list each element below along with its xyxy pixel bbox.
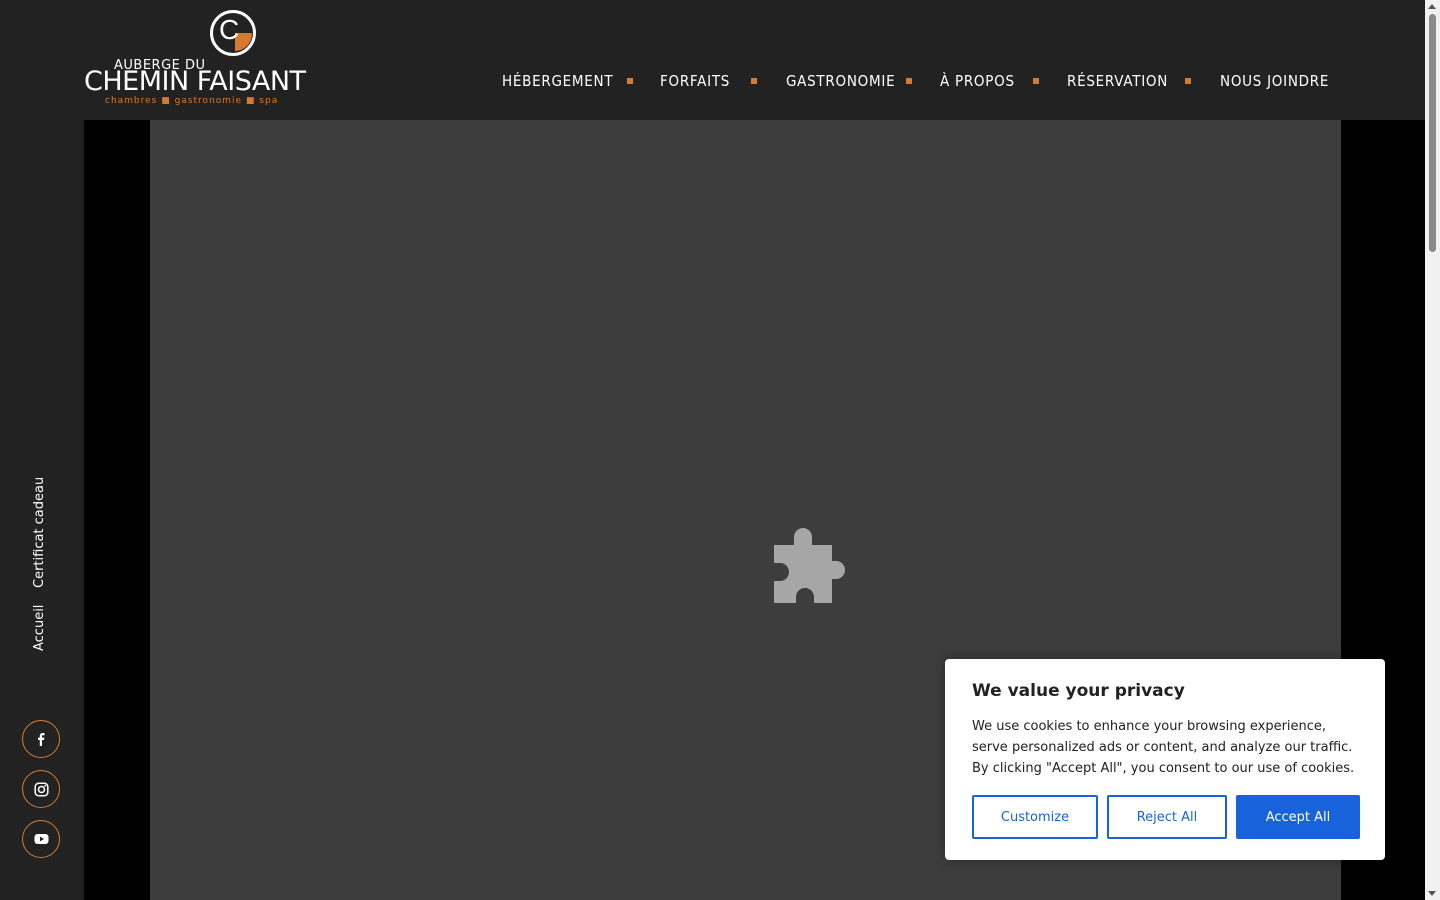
cookie-consent-banner: We value your privacy We use cookies to … — [945, 659, 1385, 860]
logo-line-2: CHEMIN FAISANT — [84, 66, 306, 97]
youtube-icon — [34, 834, 48, 844]
nav-separator — [1033, 78, 1039, 84]
cookie-title: We value your privacy — [972, 681, 1185, 701]
sidebar-link-certificat-cadeau[interactable]: Certificat cadeau — [32, 477, 47, 588]
cookie-body: We use cookies to enhance your browsing … — [972, 719, 1355, 776]
nav-separator — [906, 78, 912, 84]
cookie-buttons: Customize Reject All Accept All — [972, 795, 1360, 839]
nav-separator — [751, 78, 757, 84]
nav-item-nous-joindre[interactable]: NOUS JOINDRE — [1220, 72, 1328, 90]
scroll-down-arrow-icon[interactable] — [1428, 891, 1436, 896]
site-logo[interactable]: C AUBERGE DU CHEMIN FAISANT chambres ■ g… — [84, 8, 306, 108]
reject-all-button[interactable]: Reject All — [1107, 795, 1227, 839]
sidebar-link-accueil[interactable]: Accueil — [32, 605, 47, 651]
nav-separator — [627, 78, 633, 84]
scroll-up-arrow-icon[interactable] — [1428, 4, 1436, 9]
customize-button[interactable]: Customize — [972, 795, 1098, 839]
instagram-button[interactable] — [22, 770, 60, 808]
sidebar-vertical-links: Certificat cadeau Accueil — [30, 477, 50, 660]
main-nav: HÉBERGEMENT FORFAITS GASTRONOMIE À PROPO… — [502, 70, 1328, 92]
nav-item-gastronomie[interactable]: GASTRONOMIE — [786, 72, 895, 90]
nav-item-a-propos[interactable]: À PROPOS — [940, 72, 1014, 90]
facebook-button[interactable] — [22, 720, 60, 758]
nav-separator — [1185, 78, 1191, 84]
scrollbar-thumb[interactable] — [1429, 14, 1436, 252]
youtube-button[interactable] — [22, 820, 60, 858]
logo-monogram-letter: C — [219, 14, 240, 45]
accept-all-button[interactable]: Accept All — [1236, 795, 1360, 839]
page-scrollbar[interactable] — [1425, 0, 1440, 900]
facebook-icon — [38, 733, 45, 746]
nav-item-hebergement[interactable]: HÉBERGEMENT — [502, 72, 613, 90]
puzzle-plugin-icon — [774, 528, 845, 603]
logo-tagline: chambres ■ gastronomie ■ spa — [105, 96, 279, 106]
nav-item-forfaits[interactable]: FORFAITS — [660, 72, 729, 90]
instagram-icon — [33, 781, 49, 797]
nav-item-reservation[interactable]: RÉSERVATION — [1067, 72, 1167, 90]
